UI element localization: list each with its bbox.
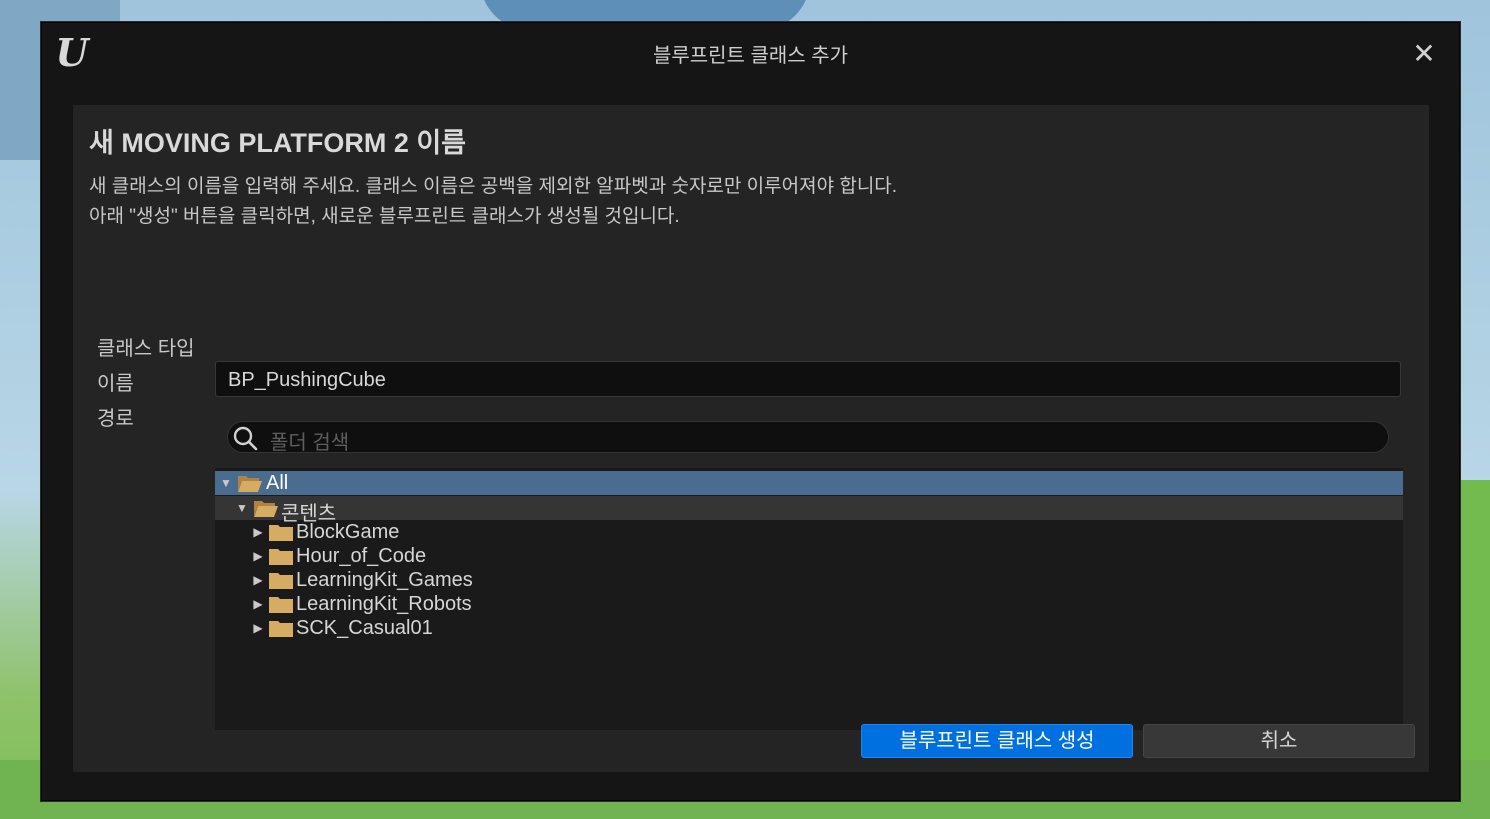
chevron-down-icon[interactable]: ▼ bbox=[235, 501, 249, 515]
tree-item-blockgame[interactable]: ▶ BlockGame bbox=[215, 520, 1403, 544]
folder-open-icon bbox=[238, 476, 262, 492]
search-icon bbox=[233, 426, 258, 451]
tree-item-label: LearningKit_Robots bbox=[296, 593, 472, 615]
folder-icon bbox=[269, 573, 293, 589]
search-placeholder: 폴더 검색 bbox=[270, 432, 350, 454]
tree-item-label: BlockGame bbox=[296, 521, 400, 543]
dialog-title: 블루프린트 클래스 추가 bbox=[652, 45, 849, 67]
class-type-label: 클래스 타입 bbox=[97, 338, 195, 360]
tree-item-all[interactable]: ▼ All bbox=[215, 471, 1403, 495]
tree-item-label: All bbox=[266, 472, 289, 494]
close-button[interactable]: ✕ bbox=[1408, 39, 1440, 71]
folder-open-icon bbox=[254, 501, 278, 517]
chevron-right-icon[interactable]: ▶ bbox=[251, 525, 265, 539]
folder-tree: ▼ All ▼ 콘텐츠 ▶ BlockGame ▶ Hour_of_Code ▶… bbox=[215, 468, 1403, 730]
tree-item-label: SCK_Casual01 bbox=[296, 617, 433, 639]
folder-icon bbox=[269, 597, 293, 613]
tree-item-learningkit-robots[interactable]: ▶ LearningKit_Robots bbox=[215, 592, 1403, 616]
chevron-right-icon[interactable]: ▶ bbox=[251, 597, 265, 611]
path-label: 경로 bbox=[97, 408, 134, 430]
page-title: 새 MOVING PLATFORM 2 이름 bbox=[89, 128, 467, 158]
dialog-content: 새 MOVING PLATFORM 2 이름 새 클래스의 이름을 입력해 주세… bbox=[73, 105, 1429, 772]
tree-item-hour-of-code[interactable]: ▶ Hour_of_Code bbox=[215, 544, 1403, 568]
title-bar[interactable]: U 블루프린트 클래스 추가 ✕ bbox=[42, 23, 1459, 85]
name-label: 이름 bbox=[97, 373, 134, 395]
description-text: 새 클래스의 이름을 입력해 주세요. 클래스 이름은 공백을 제외한 알파벳과… bbox=[89, 176, 898, 197]
chevron-right-icon[interactable]: ▶ bbox=[251, 549, 265, 563]
class-name-input[interactable]: BP_PushingCube bbox=[215, 361, 1401, 397]
cancel-button[interactable]: 취소 bbox=[1143, 724, 1415, 758]
chevron-right-icon[interactable]: ▶ bbox=[251, 621, 265, 635]
tree-item-sck-casual01[interactable]: ▶ SCK_Casual01 bbox=[215, 616, 1403, 640]
folder-icon bbox=[269, 621, 293, 637]
tree-item-content[interactable]: ▼ 콘텐츠 bbox=[215, 496, 1403, 525]
create-blueprint-class-button[interactable]: 블루프린트 클래스 생성 bbox=[861, 724, 1133, 758]
add-blueprint-class-dialog: U 블루프린트 클래스 추가 ✕ 새 MOVING PLATFORM 2 이름 … bbox=[41, 22, 1460, 801]
tree-item-label: Hour_of_Code bbox=[296, 545, 427, 567]
folder-icon bbox=[269, 549, 293, 565]
tree-item-label: LearningKit_Games bbox=[296, 569, 473, 591]
folder-icon bbox=[269, 525, 293, 541]
folder-search-input[interactable]: 폴더 검색 bbox=[227, 421, 1389, 454]
chevron-right-icon[interactable]: ▶ bbox=[251, 573, 265, 587]
description-text: 아래 "생성" 버튼을 클릭하면, 새로운 블루프린트 클래스가 생성될 것입니… bbox=[89, 206, 680, 227]
tree-item-learningkit-games[interactable]: ▶ LearningKit_Games bbox=[215, 568, 1403, 592]
chevron-down-icon[interactable]: ▼ bbox=[219, 476, 233, 490]
